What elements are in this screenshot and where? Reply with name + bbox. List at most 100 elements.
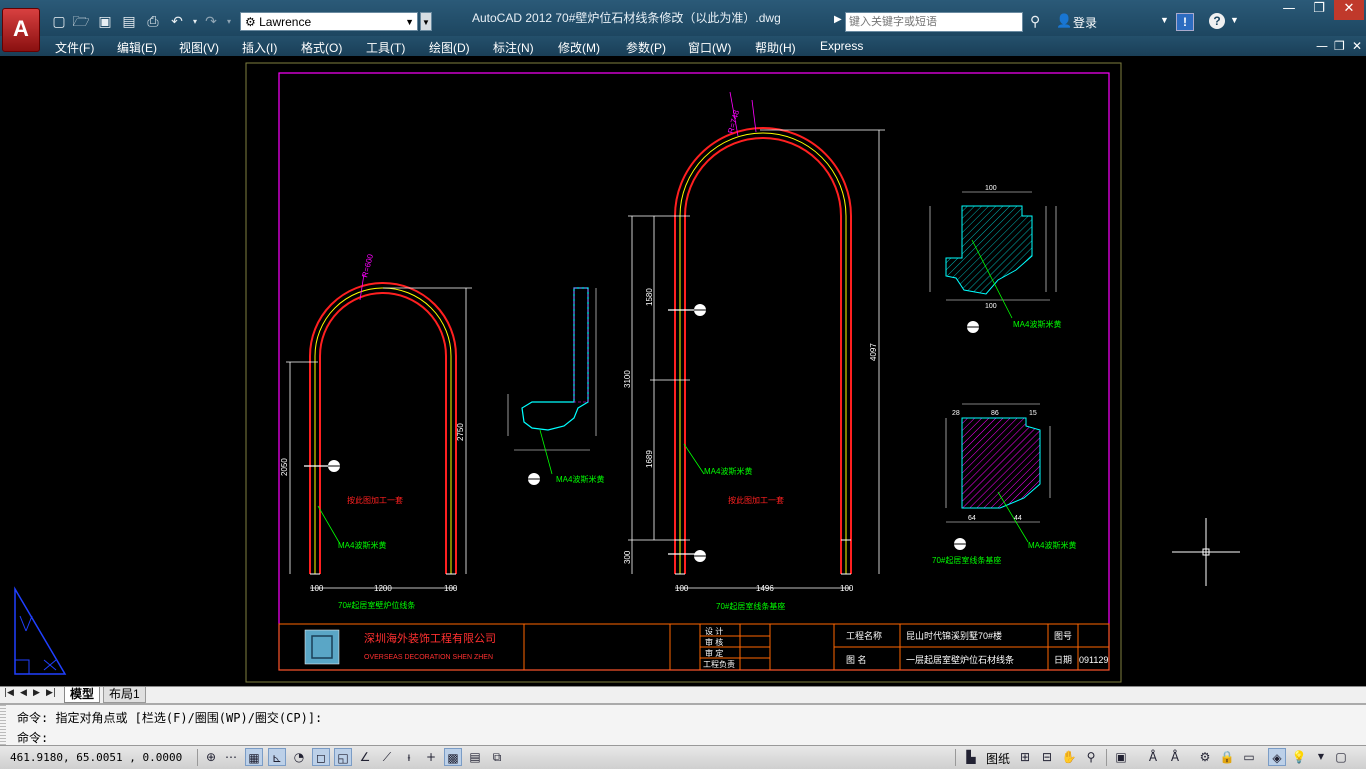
menu-tools[interactable]: 工具(T) bbox=[366, 39, 405, 56]
menu-dimension[interactable]: 标注(N) bbox=[493, 39, 534, 56]
redo-icon[interactable]: ↷ bbox=[202, 13, 220, 31]
hardware-accel-icon[interactable]: ▭ bbox=[1240, 748, 1258, 766]
workspace-selector[interactable]: ⚙ Lawrence ▼ bbox=[240, 12, 418, 31]
coordinate-readout[interactable]: 461.9180, 65.0051 , 0.0000 bbox=[10, 751, 182, 764]
transparency-icon[interactable]: ▩ bbox=[444, 748, 462, 766]
left-arch-side-dim-left: 100 bbox=[310, 584, 324, 593]
restore-icon[interactable]: ❐ bbox=[1304, 0, 1334, 20]
osnap-icon[interactable]: ◻ bbox=[312, 748, 330, 766]
tab-layout1[interactable]: 布局1 bbox=[103, 687, 146, 703]
bottom-right-profile-material: MA4波斯米黄 bbox=[1028, 540, 1076, 550]
user-icon[interactable]: 👤 bbox=[1056, 13, 1072, 29]
top-right-profile-top-dim: 100 bbox=[985, 185, 997, 192]
pan-icon[interactable]: ✋ bbox=[1060, 748, 1078, 766]
qat-customize-button[interactable]: ▼ bbox=[420, 12, 432, 31]
left-arch-height-dim: 2050 bbox=[280, 458, 289, 476]
right-arch-caption: 70#起居室线条基座 bbox=[716, 601, 785, 611]
save-icon[interactable]: ▣ bbox=[96, 13, 114, 31]
redo-dropdown-icon[interactable]: ▾ bbox=[220, 13, 238, 31]
quick-view-drawings-icon[interactable]: ⊟ bbox=[1038, 748, 1056, 766]
saveas-icon[interactable]: ▤ bbox=[120, 13, 138, 31]
middle-profile bbox=[507, 287, 597, 485]
menu-express[interactable]: Express bbox=[820, 39, 863, 53]
binoculars-icon[interactable]: ⚲ bbox=[1030, 13, 1040, 30]
infer-constraints-icon[interactable]: ⊕ bbox=[202, 748, 220, 766]
chevron-down-icon[interactable]: ▼ bbox=[1230, 15, 1239, 25]
isolate-objects-icon[interactable]: ◈ bbox=[1268, 748, 1286, 766]
menu-file[interactable]: 文件(F) bbox=[55, 39, 94, 56]
paper-space-toggle[interactable]: 图纸 bbox=[986, 750, 1010, 767]
ucs-icon bbox=[14, 586, 67, 675]
chevron-down-icon[interactable]: ▼ bbox=[1160, 15, 1169, 25]
grid-icon[interactable]: ▦ bbox=[245, 748, 263, 766]
date-value: 091129 bbox=[1079, 655, 1108, 665]
status-menu-icon[interactable]: ▼ bbox=[1312, 748, 1330, 766]
otrack-icon[interactable]: ∠ bbox=[356, 748, 374, 766]
bottom-right-top-dim-b: 86 bbox=[991, 410, 999, 417]
tab-last-icon[interactable]: ▶| bbox=[46, 688, 56, 698]
exchange-icon[interactable]: ! bbox=[1176, 13, 1194, 31]
tab-first-icon[interactable]: |◀ bbox=[4, 688, 14, 698]
menu-view[interactable]: 视图(V) bbox=[179, 39, 219, 56]
right-arch-height-b: 1689 bbox=[645, 450, 654, 468]
help-icon[interactable]: ? bbox=[1209, 13, 1225, 29]
quick-props-icon[interactable]: ▤ bbox=[466, 748, 484, 766]
print-icon[interactable]: ⎙ bbox=[144, 13, 162, 31]
ducs-icon[interactable]: ⟋ bbox=[378, 748, 396, 766]
number-label: 图号 bbox=[1054, 631, 1072, 641]
menu-help[interactable]: 帮助(H) bbox=[755, 39, 796, 56]
status-separator bbox=[197, 749, 198, 766]
polar-icon[interactable]: ◔ bbox=[290, 748, 308, 766]
lineweight-icon[interactable]: + bbox=[422, 748, 440, 766]
open-icon[interactable]: 🗁 bbox=[72, 13, 90, 31]
ortho-icon[interactable]: ⊾ bbox=[268, 748, 286, 766]
lightbulb-icon[interactable]: 💡 bbox=[1290, 748, 1308, 766]
menu-insert[interactable]: 插入(I) bbox=[242, 39, 277, 56]
close-icon[interactable]: ✕ bbox=[1334, 0, 1364, 20]
tab-prev-icon[interactable]: ◀ bbox=[20, 688, 27, 698]
quick-view-layouts-icon[interactable]: ⊞ bbox=[1016, 748, 1034, 766]
doc-close-icon[interactable]: ✕ bbox=[1352, 39, 1362, 53]
snap-icon[interactable]: ⋯ bbox=[222, 748, 240, 766]
role-review: 审 核 bbox=[705, 637, 723, 647]
right-arch-base-dim: 300 bbox=[623, 550, 632, 564]
login-link[interactable]: 登录 bbox=[1073, 14, 1097, 31]
window-title: AutoCAD 2012 70#壁炉位石材线条修改（以此为准）.dwg bbox=[472, 11, 781, 25]
doc-minimize-icon[interactable]: — bbox=[1316, 39, 1328, 53]
tab-model[interactable]: 模型 bbox=[64, 687, 101, 703]
3d-osnap-icon[interactable]: ◱ bbox=[334, 748, 352, 766]
menu-draw[interactable]: 绘图(D) bbox=[429, 39, 470, 56]
workspace-switch-icon[interactable]: ⚙ bbox=[1196, 748, 1214, 766]
annotation-visibility-icon[interactable]: Å bbox=[1166, 748, 1184, 766]
maximize-viewport-icon[interactable]: ▣ bbox=[1112, 748, 1130, 766]
lock-icon[interactable]: 🔒 bbox=[1218, 748, 1236, 766]
undo-icon[interactable]: ↶ bbox=[168, 13, 186, 31]
search-input[interactable] bbox=[845, 12, 1023, 32]
search-expand-icon[interactable]: ▶ bbox=[834, 14, 842, 25]
menu-edit[interactable]: 编辑(E) bbox=[117, 39, 157, 56]
model-space-icon[interactable]: ▙ bbox=[962, 748, 980, 766]
project-value: 昆山时代锦溪别墅70#楼 bbox=[906, 630, 1002, 641]
menu-parameter[interactable]: 参数(P) bbox=[626, 39, 666, 56]
menu-window[interactable]: 窗口(W) bbox=[688, 39, 731, 56]
drawing-canvas[interactable]: R=600 2050 2750 1200 100 100 按此图加工一套 MA4… bbox=[0, 56, 1366, 686]
menu-format[interactable]: 格式(O) bbox=[301, 39, 342, 56]
clean-screen-icon[interactable]: ▢ bbox=[1332, 748, 1350, 766]
annotation-scale-icon[interactable]: Å bbox=[1144, 748, 1162, 766]
new-icon[interactable]: ▢ bbox=[50, 13, 68, 31]
right-arch-side-dim-right: 100 bbox=[840, 584, 854, 593]
menu-modify[interactable]: 修改(M) bbox=[558, 39, 600, 56]
command-line-grip[interactable] bbox=[0, 705, 6, 747]
workspace-name: Lawrence bbox=[259, 15, 312, 29]
zoom-icon[interactable]: ⚲ bbox=[1082, 748, 1100, 766]
command-prompt[interactable]: 命令: bbox=[17, 729, 48, 746]
right-arch-height-right: 4097 bbox=[869, 343, 878, 361]
doc-restore-icon[interactable]: ❐ bbox=[1334, 39, 1345, 53]
application-menu-button[interactable]: A bbox=[2, 8, 40, 52]
bottom-right-top-dim-a: 28 bbox=[952, 410, 960, 417]
minimize-icon[interactable]: — bbox=[1274, 0, 1304, 20]
tab-next-icon[interactable]: ▶ bbox=[33, 688, 40, 698]
selection-cycling-icon[interactable]: ⧉ bbox=[488, 748, 506, 766]
bottom-right-profile-caption: 70#起居室线条基座 bbox=[932, 555, 1001, 565]
dyn-icon[interactable]: ᵼ bbox=[400, 748, 418, 766]
